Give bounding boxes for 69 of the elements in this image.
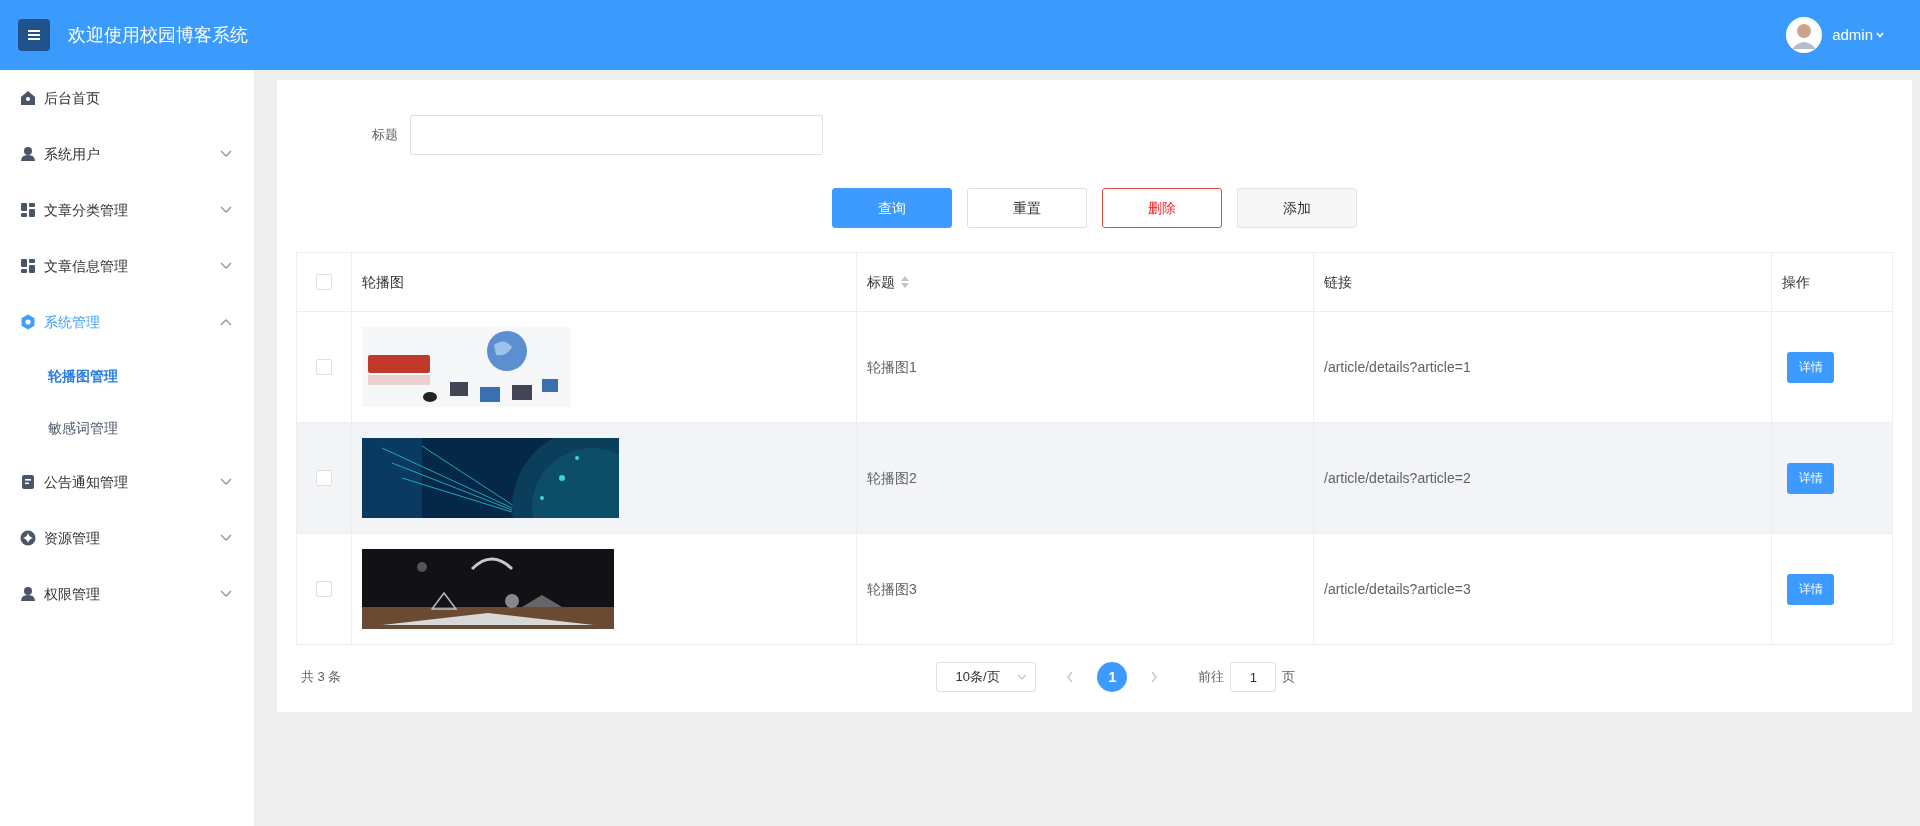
column-header: 链接 (1324, 272, 1352, 292)
title-field[interactable] (410, 115, 823, 155)
chevron-up-icon (220, 318, 232, 326)
sidebar-label: 权限管理 (44, 584, 100, 604)
document-icon (20, 474, 36, 490)
caret-icon (1876, 32, 1884, 38)
avatar[interactable] (1786, 17, 1823, 53)
checkbox[interactable] (316, 274, 332, 290)
next-page-icon[interactable] (1150, 671, 1159, 683)
chevron-down-icon (220, 150, 232, 158)
sidebar-label: 文章信息管理 (44, 256, 128, 276)
column-header-cell[interactable]: 标题 (857, 253, 1314, 311)
sidebar-item[interactable]: 后台首页 (0, 70, 254, 126)
total-count: 共 3 条 (301, 668, 342, 687)
action-button[interactable]: 添加 (1237, 188, 1357, 228)
column-header-cell[interactable]: 链接 (1314, 253, 1772, 311)
home-icon (20, 90, 36, 106)
gear-icon (20, 314, 36, 330)
chevron-down-icon (220, 206, 232, 214)
goto-label: 前往 (1198, 668, 1225, 687)
sidebar-item[interactable]: 文章信息管理 (0, 238, 254, 294)
table-cell-text: /article/details?article=3 (1324, 579, 1471, 599)
star-circle-icon (20, 530, 36, 546)
sidebar-label: 系统用户 (44, 144, 100, 164)
page-suffix: 页 (1282, 668, 1296, 687)
user-icon (20, 146, 36, 162)
page-field[interactable]: 1 (1230, 662, 1277, 692)
sidebar-item[interactable]: 资源管理 (0, 510, 254, 566)
filter-label: 标题 (372, 126, 398, 145)
table-cell-text: 轮播图2 (867, 468, 917, 488)
action-button[interactable]: 删除 (1102, 188, 1222, 228)
submenu-item[interactable]: 轮播图管理 (0, 350, 254, 402)
table-cell-text: 轮播图1 (867, 357, 917, 377)
chevron-down-icon (220, 534, 232, 542)
sidebar-item[interactable]: 文章分类管理 (0, 182, 254, 238)
column-header-cell[interactable]: 操作 (1772, 253, 1892, 311)
table-cell-text: /article/details?article=2 (1324, 468, 1471, 488)
menu-button[interactable] (18, 19, 50, 51)
chevron-down-icon (220, 478, 232, 486)
sidebar-label: 文章分类管理 (44, 200, 128, 220)
submenu-item[interactable]: 敏感词管理 (0, 402, 254, 454)
column-header-cell[interactable]: 轮播图 (352, 253, 857, 311)
menu-icon (28, 30, 40, 40)
table-cell-text: 轮播图3 (867, 579, 917, 599)
sidebar-item[interactable]: 系统用户 (0, 126, 254, 182)
sidebar-label: 公告通知管理 (44, 472, 128, 492)
checkbox[interactable] (316, 359, 332, 375)
chevron-down-icon (1017, 674, 1028, 680)
sidebar-label: 资源管理 (44, 528, 100, 548)
sidebar-item[interactable]: 权限管理 (0, 566, 254, 622)
previous-page-icon[interactable] (1066, 671, 1075, 683)
checkbox[interactable] (316, 581, 332, 597)
grid-icon (20, 258, 36, 274)
sidebar-label: 系统管理 (44, 312, 100, 332)
chevron-down-icon (220, 262, 232, 270)
user-icon (20, 586, 36, 602)
sort-icon[interactable] (901, 276, 909, 288)
app-title: 欢迎使用校园博客系统 (68, 23, 248, 47)
column-header: 操作 (1782, 272, 1810, 292)
table-cell-text: /article/details?article=1 (1324, 357, 1471, 377)
grid-icon (20, 202, 36, 218)
column-header: 标题 (867, 272, 895, 292)
page-size-select[interactable]: 10条/页 (936, 662, 1037, 692)
chevron-down-icon (220, 590, 232, 598)
checkbox[interactable] (316, 470, 332, 486)
column-header: 轮播图 (362, 272, 404, 292)
action-button[interactable]: 重置 (967, 188, 1087, 228)
sidebar-label: 后台首页 (44, 88, 100, 108)
sidebar-item[interactable]: 公告通知管理 (0, 454, 254, 510)
